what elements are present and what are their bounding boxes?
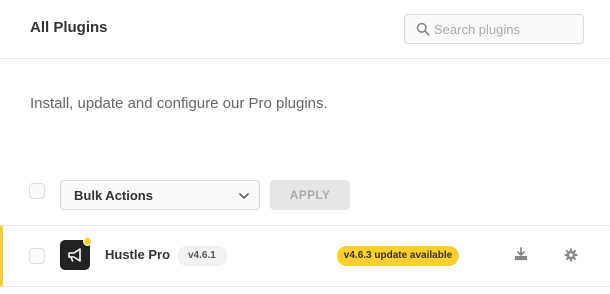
search-icon <box>416 22 430 36</box>
select-all-checkbox[interactable] <box>29 183 45 199</box>
version-badge: v4.6.1 <box>177 246 227 266</box>
plugin-name[interactable]: Hustle Pro <box>105 247 170 262</box>
divider <box>0 286 610 287</box>
update-available-badge[interactable]: v4.6.3 update available <box>337 246 459 266</box>
gear-icon[interactable] <box>564 248 578 262</box>
search-box[interactable] <box>404 14 584 44</box>
page-description: Install, update and configure our Pro pl… <box>30 95 328 112</box>
megaphone-icon <box>68 248 81 262</box>
bulk-actions-label: Bulk Actions <box>74 188 153 203</box>
download-icon[interactable] <box>514 247 528 261</box>
page-title: All Plugins <box>30 19 108 36</box>
search-input[interactable] <box>434 15 582 43</box>
apply-button[interactable]: APPLY <box>270 180 350 210</box>
plugin-row-hustle-pro: Hustle Pro v4.6.1 v4.6.3 update availabl… <box>0 226 610 286</box>
update-accent-bar <box>0 226 3 286</box>
plugin-row-checkbox[interactable] <box>29 248 45 264</box>
page-header: All Plugins <box>0 0 610 59</box>
chevron-down-icon <box>239 193 249 199</box>
update-dot <box>83 237 92 246</box>
bulk-actions-select[interactable]: Bulk Actions <box>60 180 260 210</box>
